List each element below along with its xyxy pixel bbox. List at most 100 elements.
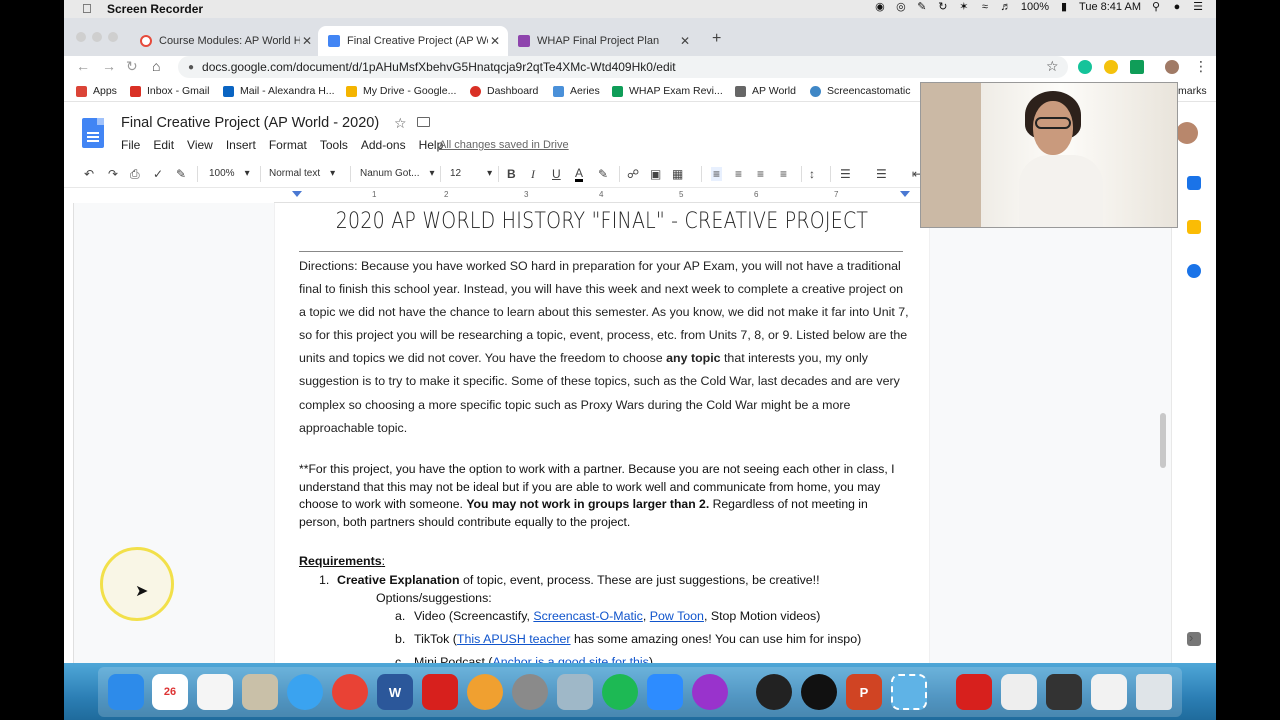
google-docs-logo-icon[interactable] [82,118,104,148]
apple-icon[interactable]:  [82,1,92,16]
messages-icon[interactable] [287,674,323,710]
undo-icon[interactable]: ↶ [84,167,94,181]
zoom-select[interactable]: 100% ▾ [209,168,250,179]
line-spacing-icon[interactable]: ↕ [809,167,815,181]
system-preferences-icon[interactable] [512,674,548,710]
chrome-icon[interactable] [332,674,368,710]
apush-teacher-link[interactable]: This APUSH teacher [457,632,571,646]
acrobat-document-icon[interactable] [956,674,992,710]
document-page[interactable]: 2020 AP WORLD HISTORY "FINAL" - CREATIVE… [275,203,929,663]
account-avatar[interactable] [1176,122,1198,144]
close-tab-icon[interactable]: ✕ [678,34,692,48]
document-title[interactable]: Final Creative Project (AP World - 2020) [121,115,379,131]
volume-icon[interactable]: ♬ [1000,1,1012,13]
word-icon[interactable]: W [377,674,413,710]
menubar-clock[interactable]: Tue 8:41 AM [1079,1,1141,13]
vertical-scrollbar[interactable] [1160,413,1166,468]
siri-icon[interactable]: ● [1171,1,1183,13]
close-tab-icon[interactable]: ✕ [300,34,314,48]
horizontal-ruler[interactable]: 1 1 2 3 4 5 6 7 [274,189,928,203]
trash-icon[interactable] [1136,674,1172,710]
bookmark-apps[interactable]: Apps [76,85,117,97]
reminders-icon[interactable] [197,674,233,710]
zoom-window-icon[interactable] [108,32,118,42]
forward-icon[interactable]: → [102,58,116,74]
menu-format[interactable]: Format [269,138,307,152]
partner-paragraph[interactable]: **For this project, you have the option … [299,461,909,532]
spotify-icon[interactable] [602,674,638,710]
paragraph-style-select[interactable]: Normal text ▾ [269,168,335,179]
close-window-icon[interactable] [76,32,86,42]
chrome-window-icon[interactable] [1091,674,1127,710]
other-bookmarks[interactable]: marks [1178,85,1207,97]
image-capture-icon[interactable] [557,674,593,710]
spellcheck-icon[interactable]: ✓ [153,167,163,181]
zoom-icon[interactable] [647,674,683,710]
vertical-ruler[interactable] [64,203,74,663]
save-status[interactable]: All changes saved in Drive [439,139,569,151]
tab-course-modules[interactable]: Course Modules: AP World His ✕ [130,26,320,56]
bookmark-gmail[interactable]: Inbox - Gmail [130,85,209,97]
option-a[interactable]: a. Video (Screencastify, Screencast-O-Mat… [395,609,820,623]
left-indent-marker[interactable] [292,191,302,197]
menu-tools[interactable]: Tools [320,138,348,152]
menu-edit[interactable]: Edit [153,138,174,152]
highlight-color-icon[interactable]: ✎ [598,167,608,181]
menu-file[interactable]: File [121,138,140,152]
anchor-link[interactable]: Anchor is a good site for this [493,655,649,663]
chrome-menu-icon[interactable]: ⋮ [1194,58,1208,75]
requirements-heading[interactable]: Requirements: [299,554,385,568]
podcasts-icon[interactable] [692,674,728,710]
option-c[interactable]: c. Mini Podcast (Anchor is a good site fo… [395,655,653,663]
pow-toon-link[interactable]: Pow Toon [650,609,704,623]
grammarly-status-icon[interactable]: ✎ [916,1,928,13]
record-icon[interactable]: ◉ [874,1,886,13]
align-left-icon[interactable]: ≡ [711,167,723,181]
align-center-icon[interactable]: ≡ [735,167,742,181]
menu-view[interactable]: View [187,138,213,152]
document-canvas[interactable]: 2020 AP WORLD HISTORY "FINAL" - CREATIVE… [64,203,1171,663]
calendar-icon[interactable] [1187,176,1201,190]
spotlight-search-icon[interactable]: ⚲ [1150,1,1162,13]
bookmark-outlook-mail[interactable]: Mail - Alexandra H... [223,85,335,97]
text-color-icon[interactable]: A [575,167,584,182]
print-icon[interactable]: ⎙ [130,167,140,182]
battery-icon[interactable]: ▮ [1058,1,1070,13]
keep-icon[interactable] [1187,220,1201,234]
grammarly-extension-icon[interactable] [1078,60,1092,74]
extension-icon[interactable] [1104,60,1118,74]
directions-paragraph[interactable]: Directions: Because you have worked SO h… [299,255,909,440]
align-right-icon[interactable]: ≡ [757,167,764,181]
screenshot-icon[interactable] [891,674,927,710]
chevron-right-icon[interactable]: › [1189,630,1193,645]
screen-recorder-icon[interactable]: ◎ [895,1,907,13]
preview-icon[interactable] [242,674,278,710]
bluetooth-icon[interactable]: ✶ [958,1,970,13]
justify-icon[interactable]: ≡ [780,167,787,181]
bookmark-ap-world[interactable]: AP World [735,85,796,97]
bookmark-aeries[interactable]: Aeries [553,85,600,97]
back-icon[interactable]: ← [76,58,90,74]
options-label[interactable]: Options/suggestions: [376,591,492,605]
checkmark-extension-icon[interactable] [1130,60,1144,74]
paint-format-icon[interactable]: ✎ [176,167,186,181]
tab-final-creative-project[interactable]: Final Creative Project (AP Worl ✕ [318,26,508,56]
calendar-app-icon[interactable]: 26 [152,674,188,710]
add-comment-icon[interactable]: ▣ [650,167,661,181]
font-select[interactable]: Nanum Got... ▾ [360,168,435,179]
profile-avatar-icon[interactable] [1165,60,1179,74]
insert-link-icon[interactable]: ☍ [627,167,639,181]
tab-whap-final-project-plan[interactable]: WHAP Final Project Plan ✕ [508,26,698,56]
menu-add-ons[interactable]: Add-ons [361,138,406,152]
bookmark-dashboard[interactable]: Dashboard [470,85,538,97]
redo-icon[interactable]: ↷ [108,167,118,181]
bookmark-screencastomatic[interactable]: Screencastomatic [810,85,910,97]
italic-icon[interactable]: I [531,167,535,182]
document-file-icon[interactable] [1001,674,1037,710]
screenshot-file-icon[interactable] [1046,674,1082,710]
insert-image-icon[interactable]: ▦ [672,167,683,181]
acrobat-icon[interactable] [422,674,458,710]
option-b[interactable]: b. TikTok (This APUSH teacher has some am… [395,632,861,646]
screen-recorder-app-icon[interactable] [756,674,792,710]
address-bar[interactable]: ● docs.google.com/document/d/1pAHuMsfXbe… [178,56,1068,78]
